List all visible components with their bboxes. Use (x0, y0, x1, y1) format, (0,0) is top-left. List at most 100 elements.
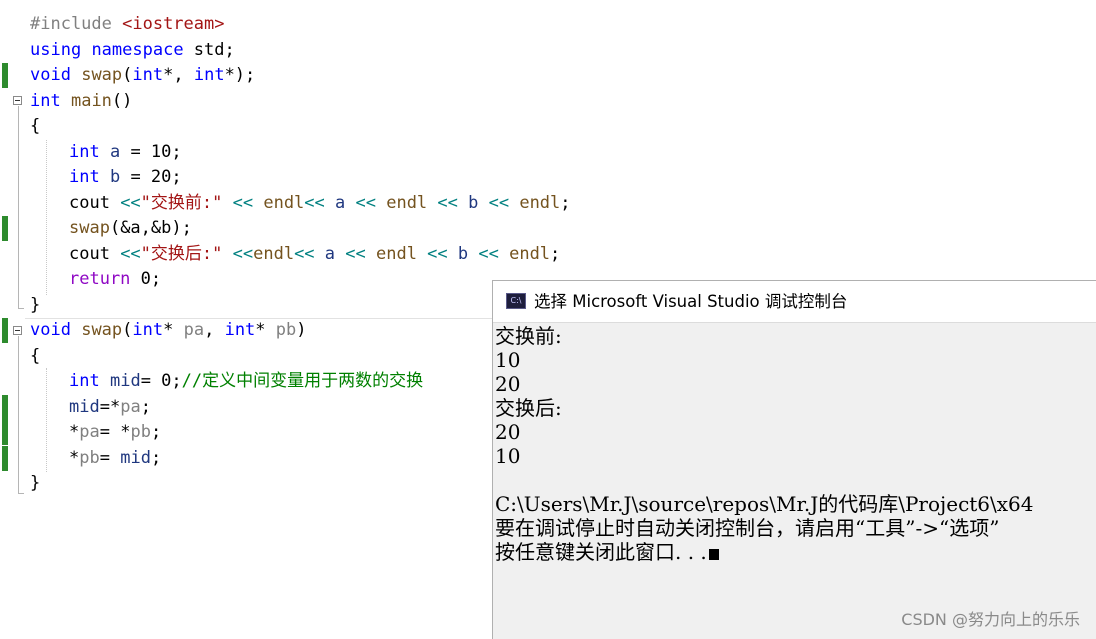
fold-toggle-main[interactable] (13, 96, 22, 105)
code-token: ; (150, 422, 162, 442)
code-line[interactable]: *pa= *pb; (69, 420, 161, 445)
console-output[interactable]: 交换前: 10 20 交换后: 20 10 C:\Users\Mr.J\source\rep… (495, 323, 1096, 639)
code-token: pa (79, 422, 100, 442)
code-token: b (468, 193, 479, 213)
fold-toggle-swap[interactable] (13, 326, 22, 335)
code-token: int (224, 320, 256, 340)
code-line[interactable]: #include <iostream> (30, 12, 224, 37)
code-token: mid (120, 448, 151, 468)
code-token: main (70, 91, 112, 111)
code-token: << (222, 244, 254, 264)
code-token: } (30, 295, 41, 315)
code-line[interactable]: mid=*pa; (69, 395, 151, 420)
code-token: int (132, 65, 164, 85)
code-token: int (69, 371, 100, 391)
console-app-icon: C:\ (506, 293, 526, 309)
change-marker (2, 216, 8, 241)
code-token: using (30, 40, 82, 60)
code-token: , (204, 320, 225, 340)
code-line[interactable]: cout <<"交换后:" <<endl<< a << endl << b <<… (69, 242, 560, 267)
fold-end-main (18, 308, 24, 309)
console-line: 要在调试停止时自动关闭控制台，请启用“工具”->“选项” (495, 516, 999, 540)
console-line: 20 (495, 420, 520, 444)
code-line[interactable]: cout <<"交换前:" << endl<< a << endl << b <… (69, 191, 571, 216)
code-token: * (69, 422, 80, 442)
code-token: << (335, 244, 376, 264)
code-token: a (109, 142, 121, 162)
change-marker (2, 63, 8, 88)
code-token: return (69, 269, 131, 289)
code-line[interactable]: using namespace std; (30, 38, 235, 63)
code-line[interactable]: void swap(int*, int*); (30, 63, 255, 88)
code-token: = 0; (140, 371, 182, 391)
code-token: pb (130, 422, 151, 442)
code-token: * (163, 320, 184, 340)
code-line[interactable]: int main() (30, 89, 132, 114)
console-line: 10 (495, 444, 520, 468)
code-token: int (69, 142, 100, 162)
code-line[interactable]: { (30, 344, 40, 369)
code-line[interactable]: int mid= 0;//定义中间变量用于两数的交换 (69, 369, 423, 394)
code-token: << (109, 193, 141, 213)
code-token: pb (275, 320, 297, 340)
code-token: std; (183, 40, 235, 60)
change-marker (2, 446, 8, 471)
code-token: swap (81, 65, 123, 85)
code-token: << (345, 193, 387, 213)
code-token: endl (253, 244, 295, 264)
code-token: endl (386, 193, 428, 213)
debug-console-window[interactable]: C:\ 选择 Microsoft Visual Studio 调试控制台 交换前… (492, 280, 1096, 639)
code-line[interactable]: *pb= mid; (69, 446, 161, 471)
watermark: CSDN @努力向上的乐乐 (901, 610, 1080, 629)
code-token: ; (560, 193, 571, 213)
code-token: << (468, 244, 510, 264)
code-token: << (109, 244, 141, 264)
code-token: << (478, 193, 520, 213)
code-token: pa (120, 397, 141, 417)
code-line[interactable]: swap(&a,&b); (69, 216, 192, 241)
code-token: pa (183, 320, 205, 340)
code-line[interactable]: int b = 20; (69, 165, 182, 190)
code-token: //定义中间变量用于两数的交换 (181, 371, 424, 391)
code-token: cout (69, 244, 110, 264)
code-line[interactable]: int a = 10; (69, 140, 182, 165)
code-token: endl (375, 244, 417, 264)
code-token: << (304, 193, 336, 213)
code-token: ) (296, 320, 307, 340)
console-line-text: 要在调试停止时自动关闭控制台，请启用“工具”->“选项” (495, 516, 1000, 540)
console-line-text: 交换前: (495, 324, 562, 348)
console-line-text: 10 (495, 348, 521, 372)
code-token: () (111, 91, 133, 111)
code-token: << (427, 193, 469, 213)
code-token: { (30, 346, 41, 366)
code-token: endl (263, 193, 305, 213)
console-line: 交换前: (495, 324, 562, 348)
console-line-text: C:\Users\Mr.J\source\repos\Mr.J的代码库\Proj… (495, 492, 1034, 516)
indent-guide (46, 368, 48, 472)
console-titlebar[interactable]: C:\ 选择 Microsoft Visual Studio 调试控制台 (493, 281, 1096, 323)
code-token: swap (69, 218, 110, 238)
code-token: int (30, 91, 61, 111)
code-token: * (255, 320, 276, 340)
change-marker (2, 318, 8, 343)
code-line[interactable]: } (30, 471, 40, 496)
code-token: int (132, 320, 164, 340)
code-token: ( (122, 65, 133, 85)
console-line: 按任意键关闭此窗口. . . (495, 540, 719, 564)
code-line[interactable]: void swap(int* pa, int* pb) (30, 318, 307, 343)
code-token: void (30, 320, 71, 340)
code-token: * (69, 448, 80, 468)
fold-guide-main (18, 106, 19, 308)
code-line[interactable]: } (30, 293, 40, 318)
code-token: << (416, 244, 458, 264)
code-line[interactable]: { (30, 114, 40, 139)
console-line: 交换后: (495, 396, 562, 420)
console-line-text: 交换后: (495, 396, 562, 420)
code-token: cout (69, 193, 110, 213)
code-token: int (193, 65, 225, 85)
code-line[interactable]: return 0; (69, 267, 161, 292)
